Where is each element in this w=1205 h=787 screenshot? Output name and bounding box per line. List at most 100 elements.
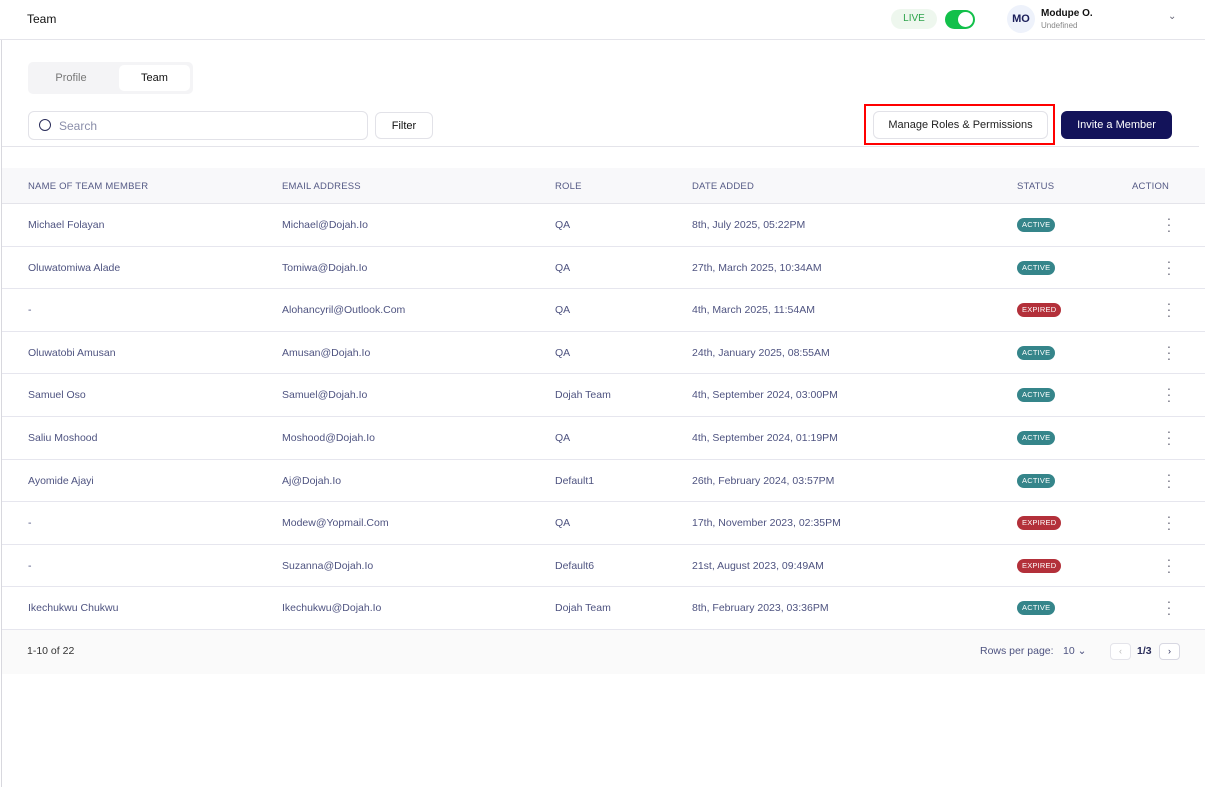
status-badge: ACTIVE [1017,431,1056,445]
filter-button[interactable]: Filter [375,112,433,139]
more-actions-icon[interactable]: · · · [1165,381,1173,407]
tab-bar: Profile Team [28,62,193,94]
status-badge: ACTIVE [1017,345,1056,360]
member-name: - [28,517,32,530]
user-name: Modupe O. [1041,8,1093,19]
member-date: 27th, March 2025, 10:34AM [692,261,822,274]
status-badge: ACTIVE [1017,218,1056,232]
member-date: 8th, July 2025, 05:22PM [692,219,806,231]
page-title: Team [27,12,57,26]
member-email: Moshood@Dojah.Io [282,432,375,444]
member-date: 21st, August 2023, 09:49AM [692,559,824,572]
table-row: Michael Folayan Michael@Dojah.Io QA 8th, Ju… [2,204,1205,247]
member-role: QA [555,261,571,274]
member-role: QA [555,517,571,530]
member-email: Modew@Yopmail.Com [282,517,389,530]
member-role: Default6 [555,559,595,572]
member-name: Michael Folayan [28,219,105,231]
manage-roles-button[interactable]: Manage Roles & Permissions [873,111,1048,139]
member-email: Ikechukwu@Dojah.Io [282,602,382,615]
page-indicator: 1/3 [1137,645,1152,657]
chevron-down-icon[interactable]: ⌄ [1168,11,1176,22]
member-date: 26th, February 2024, 03:57PM [692,474,835,487]
member-email: Tomiwa@Dojah.Io [282,261,368,274]
member-name: Saliu Moshood [28,432,98,444]
more-actions-icon[interactable]: · · · [1165,467,1173,493]
status-badge: EXPIRED [1017,303,1062,318]
search-box [28,111,368,140]
member-name: Samuel Oso [28,389,86,402]
status-badge: ACTIVE [1017,260,1056,275]
more-actions-icon[interactable]: · · · [1165,211,1173,237]
table-row: Oluwatomiwa Alade Tomiwa@Dojah.Io QA 27th, … [2,247,1205,290]
col-status: STATUS [1017,181,1055,192]
toggle-knob [958,12,973,27]
status-badge: ACTIVE [1017,601,1056,616]
member-date: 4th, September 2024, 01:19PM [692,432,838,444]
table-row: Oluwatobi Amusan Amusan@Dojah.Io QA 24th, J… [2,332,1205,375]
invite-member-button[interactable]: Invite a Member [1061,111,1172,139]
table-row: Samuel Oso Samuel@Dojah.Io Dojah Team 4th, … [2,374,1205,417]
table-row: - Suzanna@Dojah.Io Default6 21st, August 20… [2,545,1205,588]
member-role: QA [555,346,571,359]
status-badge: EXPIRED [1017,558,1062,573]
member-date: 17th, November 2023, 02:35PM [692,517,841,530]
next-page-button[interactable]: › [1159,643,1180,660]
tab-team[interactable]: Team [119,65,190,91]
table-row: Ayomide Ajayi Aj@Dojah.Io Default1 26th, Fe… [2,460,1205,503]
member-email: Aj@Dojah.Io [282,474,342,487]
member-date: 8th, February 2023, 03:36PM [692,602,829,615]
member-role: QA [555,304,571,317]
more-actions-icon[interactable]: · · · [1165,254,1173,280]
member-name: Ikechukwu Chukwu [28,602,119,615]
member-email: Michael@Dojah.Io [282,219,368,231]
search-input[interactable] [59,117,349,135]
member-role: Dojah Team [555,602,611,615]
status-badge: ACTIVE [1017,473,1056,488]
env-badge: LIVE [891,9,937,29]
col-email: EMAIL ADDRESS [282,181,361,192]
tab-profile[interactable]: Profile [31,65,111,91]
table-row: - Modew@Yopmail.Com QA 17th, November 2023,… [2,502,1205,545]
rows-per-page-select[interactable]: 10 ⌄ [1063,645,1086,657]
more-actions-icon[interactable]: · · · [1165,594,1173,620]
table-header: NAME OF TEAM MEMBER EMAIL ADDRESS ROLE D… [2,168,1205,204]
col-name: NAME OF TEAM MEMBER [28,181,149,192]
more-actions-icon[interactable]: · · · [1165,552,1173,578]
search-icon [39,119,51,131]
table-row: - Alohancyril@Outlook.Com QA 4th, March 202… [2,289,1205,332]
member-role: QA [555,219,571,231]
divider [2,146,1199,147]
member-email: Samuel@Dojah.Io [282,389,368,402]
avatar[interactable]: MO [1007,5,1035,33]
member-name: Ayomide Ajayi [28,474,94,487]
prev-page-button[interactable]: ‹ [1110,643,1131,660]
member-email: Amusan@Dojah.Io [282,346,371,359]
member-date: 24th, January 2025, 08:55AM [692,346,830,359]
member-email: Alohancyril@Outlook.Com [282,304,406,317]
member-name: - [28,559,32,572]
table-row: Saliu Moshood Moshood@Dojah.Io QA 4th, Sept… [2,417,1205,460]
member-role: QA [555,432,571,444]
member-name: Oluwatobi Amusan [28,346,116,359]
member-name: - [28,304,32,317]
status-badge: EXPIRED [1017,516,1062,531]
status-badge: ACTIVE [1017,388,1056,403]
member-role: Dojah Team [555,389,611,402]
col-date: DATE ADDED [692,181,755,192]
user-role: Undefined [1041,21,1078,30]
more-actions-icon[interactable]: · · · [1165,339,1173,365]
member-email: Suzanna@Dojah.Io [282,559,374,572]
col-role: ROLE [555,181,582,192]
table-row: Ikechukwu Chukwu Ikechukwu@Dojah.Io Dojah … [2,587,1205,630]
rows-per-page-label: Rows per page: [980,645,1054,657]
col-action: ACTION [1132,181,1170,192]
member-name: Oluwatomiwa Alade [28,261,121,274]
more-actions-icon[interactable]: · · · [1165,509,1173,535]
member-role: Default1 [555,474,595,487]
member-date: 4th, March 2025, 11:54AM [692,304,815,317]
more-actions-icon[interactable]: · · · [1165,296,1173,322]
live-toggle[interactable] [945,10,975,29]
row-count: 1-10 of 22 [27,645,75,657]
more-actions-icon[interactable]: · · · [1165,424,1173,450]
